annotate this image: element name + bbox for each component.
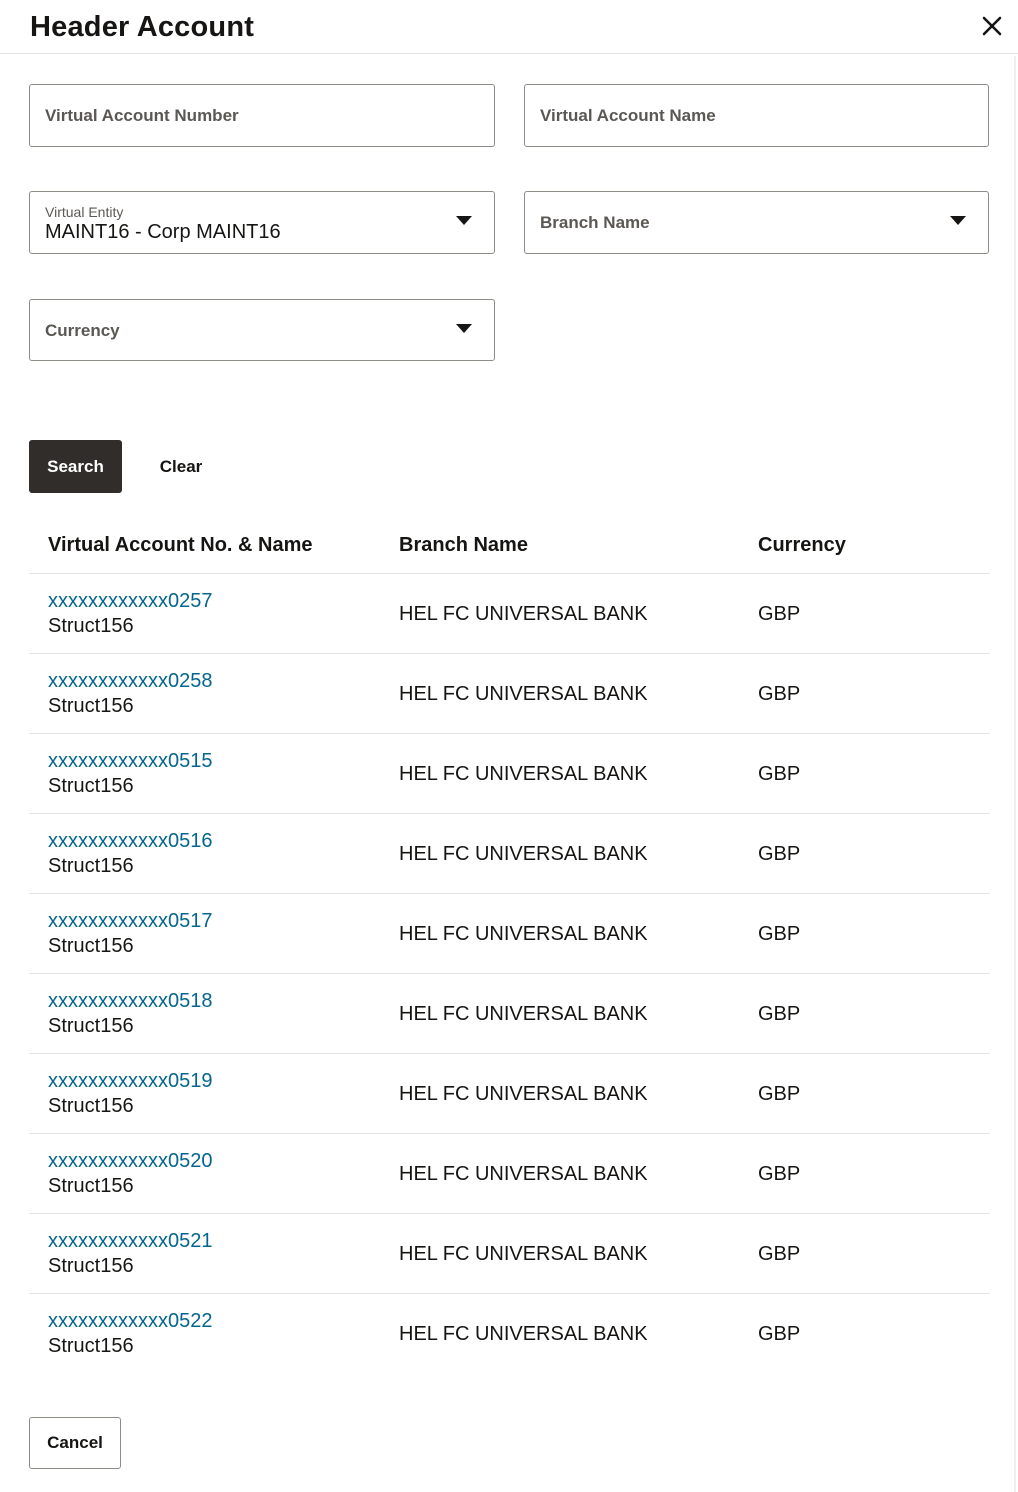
virtual-entity-select[interactable]: Virtual Entity MAINT16 - Corp MAINT16 [29,191,495,254]
currency-value: GBP [758,763,801,785]
close-button[interactable] [976,10,1008,42]
chevron-down-icon[interactable] [950,216,966,225]
table-row: xxxxxxxxxxxx0515 Struct156 HEL FC UNIVER… [29,734,990,814]
virtual-account-number-placeholder: Virtual Account Number [45,106,239,125]
table-row: xxxxxxxxxxxx0517 Struct156 HEL FC UNIVER… [29,894,990,974]
branch-name: HEL FC UNIVERSAL BANK [399,1323,648,1345]
table-header: Virtual Account No. & Name Branch Name C… [29,518,990,574]
virtual-account-name-field[interactable]: Virtual Account Name [524,84,989,147]
branch-name: HEL FC UNIVERSAL BANK [399,923,648,945]
currency-select[interactable]: Currency [29,299,495,361]
table-row: xxxxxxxxxxxx0258 Struct156 HEL FC UNIVER… [29,654,990,734]
virtual-entity-value: MAINT16 - Corp MAINT16 [45,221,281,243]
account-name: Struct156 [48,1335,134,1357]
branch-name: HEL FC UNIVERSAL BANK [399,1003,648,1025]
account-name: Struct156 [48,855,134,877]
close-icon[interactable] [976,10,1008,42]
branch-name: HEL FC UNIVERSAL BANK [399,1083,648,1105]
currency-value: GBP [758,1083,801,1105]
account-number-link[interactable]: xxxxxxxxxxxx0519 [48,1070,213,1093]
results-table: Virtual Account No. & Name Branch Name C… [29,518,990,1374]
account-name: Struct156 [48,615,134,637]
currency-placeholder: Currency [45,321,120,340]
table-row: xxxxxxxxxxxx0519 Struct156 HEL FC UNIVER… [29,1054,990,1134]
branch-name-placeholder: Branch Name [540,213,650,232]
account-number-link[interactable]: xxxxxxxxxxxx0257 [48,590,213,613]
account-number-link[interactable]: xxxxxxxxxxxx0515 [48,750,213,773]
virtual-account-number-field[interactable]: Virtual Account Number [29,84,495,147]
column-header-currency: Currency [758,534,846,556]
currency-value: GBP [758,1163,801,1185]
account-name: Struct156 [48,935,134,957]
cancel-button[interactable]: Cancel [29,1417,121,1469]
account-number-link[interactable]: xxxxxxxxxxxx0517 [48,910,213,933]
virtual-account-name-placeholder: Virtual Account Name [540,106,716,125]
currency-value: GBP [758,1243,801,1265]
account-name: Struct156 [48,1015,134,1037]
account-number-link[interactable]: xxxxxxxxxxxx0518 [48,990,213,1013]
chevron-down-icon[interactable] [456,216,472,225]
account-name: Struct156 [48,695,134,717]
dialog-header: Header Account [0,0,1018,54]
account-name: Struct156 [48,1175,134,1197]
branch-name: HEL FC UNIVERSAL BANK [399,1243,648,1265]
column-header-branch: Branch Name [399,534,528,556]
table-row: xxxxxxxxxxxx0522 Struct156 HEL FC UNIVER… [29,1294,990,1374]
branch-name: HEL FC UNIVERSAL BANK [399,763,648,785]
scrollbar[interactable] [1014,56,1016,1492]
branch-name: HEL FC UNIVERSAL BANK [399,603,648,625]
branch-name: HEL FC UNIVERSAL BANK [399,843,648,865]
account-number-link[interactable]: xxxxxxxxxxxx0521 [48,1230,213,1253]
account-name: Struct156 [48,1095,134,1117]
account-number-link[interactable]: xxxxxxxxxxxx0258 [48,670,213,693]
account-name: Struct156 [48,775,134,797]
currency-value: GBP [758,923,801,945]
account-name: Struct156 [48,1255,134,1277]
table-row: xxxxxxxxxxxx0520 Struct156 HEL FC UNIVER… [29,1134,990,1214]
chevron-down-icon[interactable] [456,324,472,333]
branch-name-select[interactable]: Branch Name [524,191,989,254]
clear-button[interactable]: Clear [142,440,220,493]
account-number-link[interactable]: xxxxxxxxxxxx0522 [48,1310,213,1333]
dialog-title: Header Account [30,11,255,43]
search-button[interactable]: Search [29,440,122,493]
table-row: xxxxxxxxxxxx0257 Struct156 HEL FC UNIVER… [29,574,990,654]
virtual-entity-label: Virtual Entity [45,204,124,220]
table-row: xxxxxxxxxxxx0516 Struct156 HEL FC UNIVER… [29,814,990,894]
currency-value: GBP [758,1003,801,1025]
table-row: xxxxxxxxxxxx0518 Struct156 HEL FC UNIVER… [29,974,990,1054]
currency-value: GBP [758,683,801,705]
account-number-link[interactable]: xxxxxxxxxxxx0516 [48,830,213,853]
branch-name: HEL FC UNIVERSAL BANK [399,1163,648,1185]
currency-value: GBP [758,843,801,865]
account-number-link[interactable]: xxxxxxxxxxxx0520 [48,1150,213,1173]
currency-value: GBP [758,603,801,625]
currency-value: GBP [758,1323,801,1345]
column-header-account: Virtual Account No. & Name [48,534,313,556]
branch-name: HEL FC UNIVERSAL BANK [399,683,648,705]
table-row: xxxxxxxxxxxx0521 Struct156 HEL FC UNIVER… [29,1214,990,1294]
